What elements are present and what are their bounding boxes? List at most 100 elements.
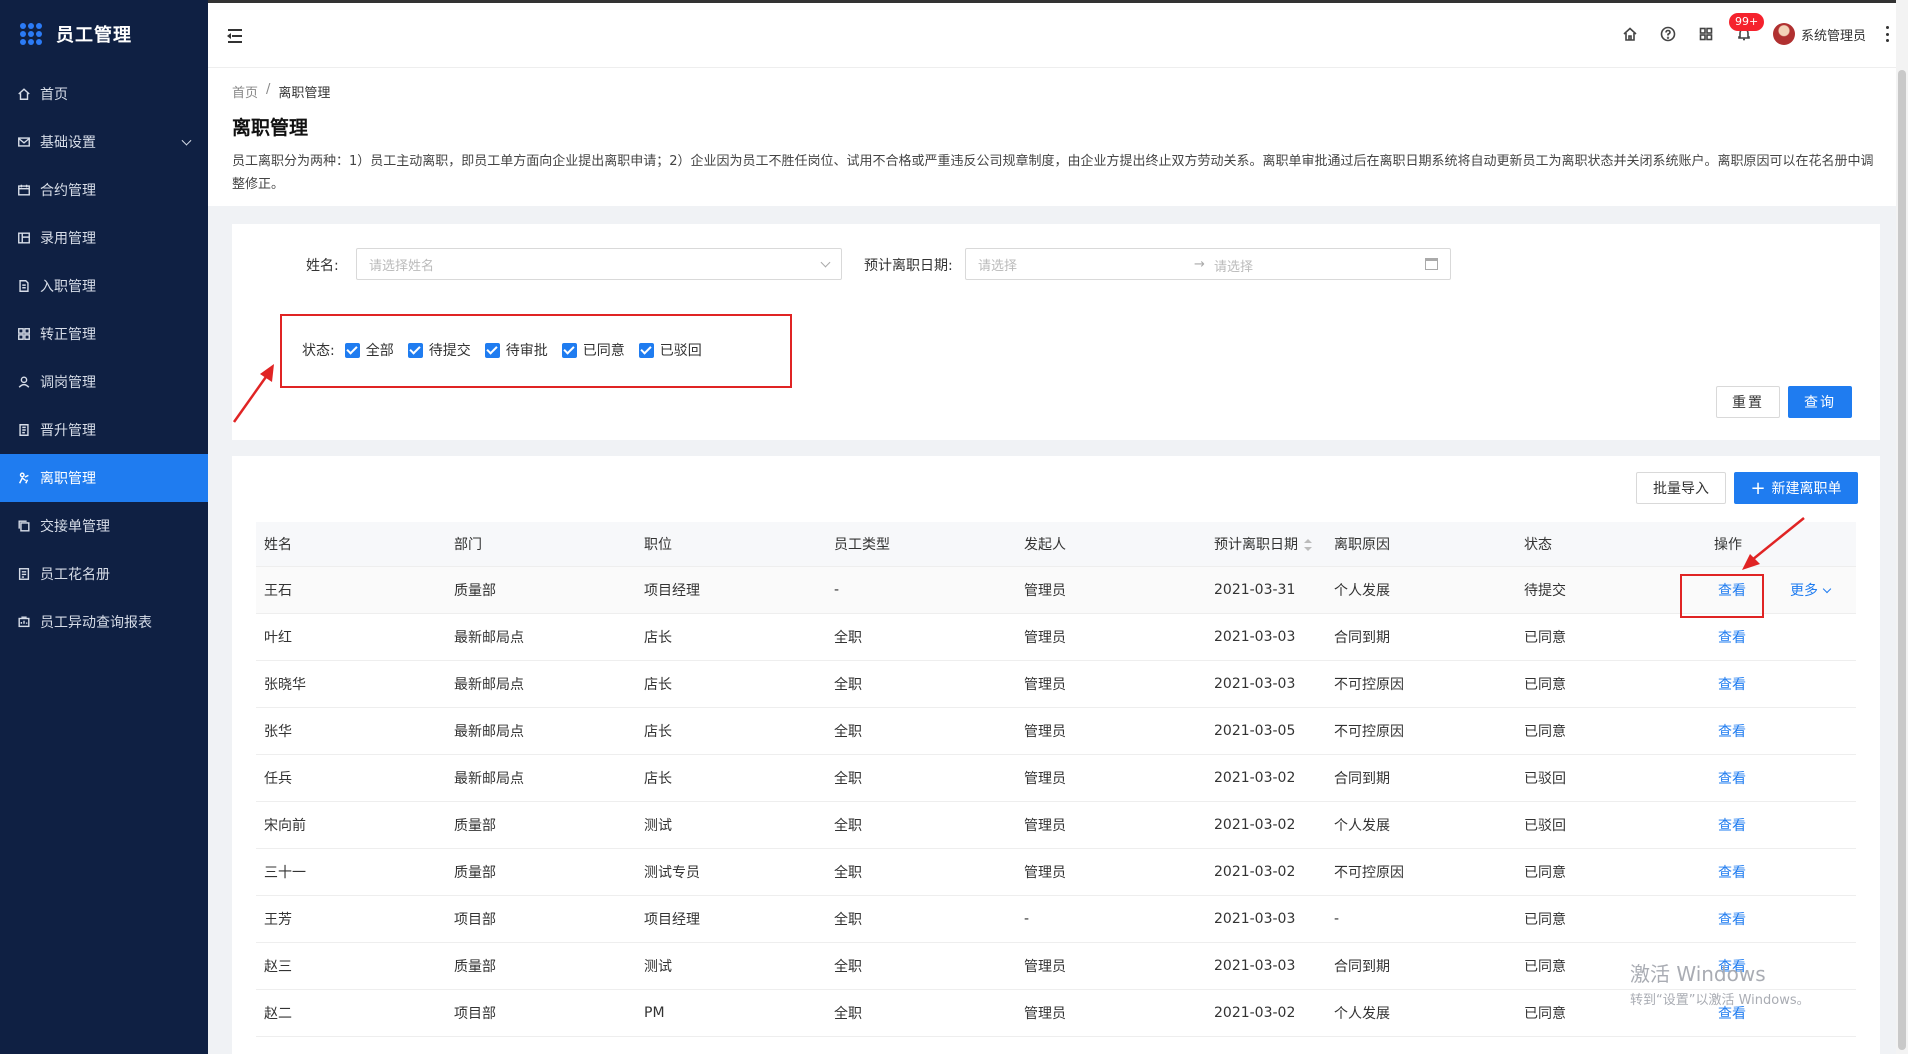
table-cell: 管理员 — [1016, 942, 1206, 990]
status-checkbox-4[interactable]: 已驳回 — [638, 340, 702, 360]
query-button[interactable]: 查询 — [1788, 386, 1852, 418]
sidebar-item-2[interactable]: 合约管理 — [0, 166, 208, 214]
view-link[interactable]: 查看 — [1718, 818, 1746, 834]
view-link[interactable]: 查看 — [1718, 1006, 1746, 1022]
breadcrumb-home[interactable]: 首页 — [232, 82, 258, 101]
view-link[interactable]: 查看 — [1718, 771, 1746, 787]
scrollbar-thumb[interactable] — [1898, 70, 1906, 1050]
table-cell: 已同意 — [1516, 989, 1706, 1037]
column-header-label: 部门 — [454, 536, 482, 553]
table-cell: 2021-03-02 — [1206, 754, 1326, 802]
table-cell: 管理员 — [1016, 754, 1206, 802]
sidebar-item-6[interactable]: 调岗管理 — [0, 358, 208, 406]
apps-icon[interactable] — [1697, 25, 1715, 43]
sidebar-item-4[interactable]: 入职管理 — [0, 262, 208, 310]
app-logo[interactable]: 员工管理 — [0, 0, 208, 68]
action-cell: 查看 — [1706, 848, 1856, 896]
sidebar-item-9[interactable]: 交接单管理 — [0, 502, 208, 550]
table-cell: 不可控原因 — [1326, 660, 1516, 708]
table-cell: 已同意 — [1516, 895, 1706, 943]
status-checkbox-2[interactable]: 待审批 — [484, 340, 548, 360]
sidebar-item-3[interactable]: 录用管理 — [0, 214, 208, 262]
table-row: 张华 最新邮局点 店长 全职 管理员 2021-03-05 不可控原因 已同意 查看 — [256, 707, 1856, 755]
copy-icon — [16, 518, 32, 534]
column-header-5[interactable]: 预计离职日期 — [1206, 522, 1326, 567]
sidebar-item-7[interactable]: 晋升管理 — [0, 406, 208, 454]
sidebar-item-0[interactable]: 首页 — [0, 70, 208, 118]
view-link[interactable]: 查看 — [1718, 959, 1746, 975]
sidebar-item-1[interactable]: 基础设置 — [0, 118, 208, 166]
roster-icon — [16, 566, 32, 582]
sidebar-item-label: 交接单管理 — [40, 519, 110, 535]
breadcrumb: 首页 / 离职管理 — [232, 82, 1884, 101]
action-cell: 查看 — [1706, 801, 1856, 849]
table-cell: 已驳回 — [1516, 801, 1706, 849]
chevron-down-icon — [820, 257, 831, 268]
sort-icon[interactable] — [1304, 538, 1312, 551]
new-resignation-button[interactable]: + 新建离职单 — [1734, 472, 1858, 504]
table-row: 任兵 最新邮局点 店长 全职 管理员 2021-03-02 合同到期 已驳回 查看 — [256, 754, 1856, 802]
sidebar-item-10[interactable]: 员工花名册 — [0, 550, 208, 598]
table-cell: 全职 — [826, 801, 1016, 849]
table-cell: 店长 — [636, 660, 826, 708]
table-cell: 项目部 — [446, 895, 636, 943]
view-link[interactable]: 查看 — [1718, 724, 1746, 740]
app-title: 员工管理 — [56, 25, 132, 46]
annotation-arrow — [232, 364, 274, 423]
document-icon — [16, 278, 32, 294]
table-cell: 全职 — [826, 613, 1016, 661]
table-row: 王石 质量部 项目经理 - 管理员 2021-03-31 个人发展 待提交 查看 更多 — [256, 566, 1856, 614]
reset-button[interactable]: 重置 — [1716, 386, 1780, 418]
view-link[interactable]: 查看 — [1718, 630, 1746, 646]
action-cell: 查看 — [1706, 895, 1856, 943]
name-select[interactable]: 请选择姓名 — [356, 248, 842, 280]
page-title: 离职管理 — [232, 117, 309, 139]
arrow-right-icon: → — [1194, 257, 1205, 272]
view-link[interactable]: 查看 — [1718, 912, 1746, 928]
sidebar-item-label: 离职管理 — [40, 471, 96, 487]
column-header-label: 状态 — [1524, 536, 1552, 553]
sidebar-item-8[interactable]: 离职管理 — [0, 454, 208, 502]
table-cell: 2021-03-31 — [1206, 566, 1326, 614]
table-cell: 店长 — [636, 707, 826, 755]
page-scrollbar[interactable] — [1896, 0, 1908, 1054]
annotation-arrow — [1742, 517, 1805, 570]
table-cell: 测试 — [636, 801, 826, 849]
date-range-picker[interactable]: 请选择 → 请选择 — [965, 248, 1451, 280]
status-checkbox-3[interactable]: 已同意 — [561, 340, 625, 360]
table-cell: 项目经理 — [636, 566, 826, 614]
more-dropdown[interactable]: 更多 — [1790, 583, 1832, 599]
table-cell: 管理员 — [1016, 801, 1206, 849]
sidebar-item-label: 晋升管理 — [40, 423, 96, 439]
table-cell: 已同意 — [1516, 660, 1706, 708]
help-icon[interactable] — [1659, 25, 1677, 43]
table-cell: 测试 — [636, 942, 826, 990]
status-checkbox-label: 待提交 — [428, 343, 471, 359]
sidebar-item-5[interactable]: 转正管理 — [0, 310, 208, 358]
table-cell: 合同到期 — [1326, 754, 1516, 802]
view-link[interactable]: 查看 — [1718, 677, 1746, 693]
view-link[interactable]: 查看 — [1718, 583, 1746, 599]
table-cell: 全职 — [826, 989, 1016, 1037]
table-cell: 2021-03-02 — [1206, 989, 1326, 1037]
collapse-menu-icon[interactable] — [224, 28, 244, 44]
status-checkbox-0[interactable]: 全部 — [344, 340, 394, 360]
view-link[interactable]: 查看 — [1718, 865, 1746, 881]
column-header-0: 姓名 — [256, 522, 446, 567]
mail-icon — [16, 134, 32, 150]
breadcrumb-current: 离职管理 — [278, 86, 331, 101]
table-cell: 个人发展 — [1326, 566, 1516, 614]
home-icon[interactable] — [1621, 25, 1639, 43]
user-menu[interactable]: 系统管理员 — [1772, 23, 1866, 45]
action-cell: 查看 — [1706, 754, 1856, 802]
bell-icon[interactable]: 99+ — [1728, 13, 1765, 43]
batch-import-button[interactable]: 批量导入 — [1636, 472, 1726, 504]
sidebar-item-11[interactable]: 员工异动查询报表 — [0, 598, 208, 646]
table-cell: 质量部 — [446, 801, 636, 849]
column-header-6: 离职原因 — [1326, 522, 1516, 567]
more-vertical-icon[interactable] — [1886, 26, 1890, 42]
status-checkbox-1[interactable]: 待提交 — [407, 340, 471, 360]
table-cell: 宋向前 — [256, 801, 446, 849]
table-cell: - — [826, 566, 1016, 614]
table-cell: 质量部 — [446, 566, 636, 614]
